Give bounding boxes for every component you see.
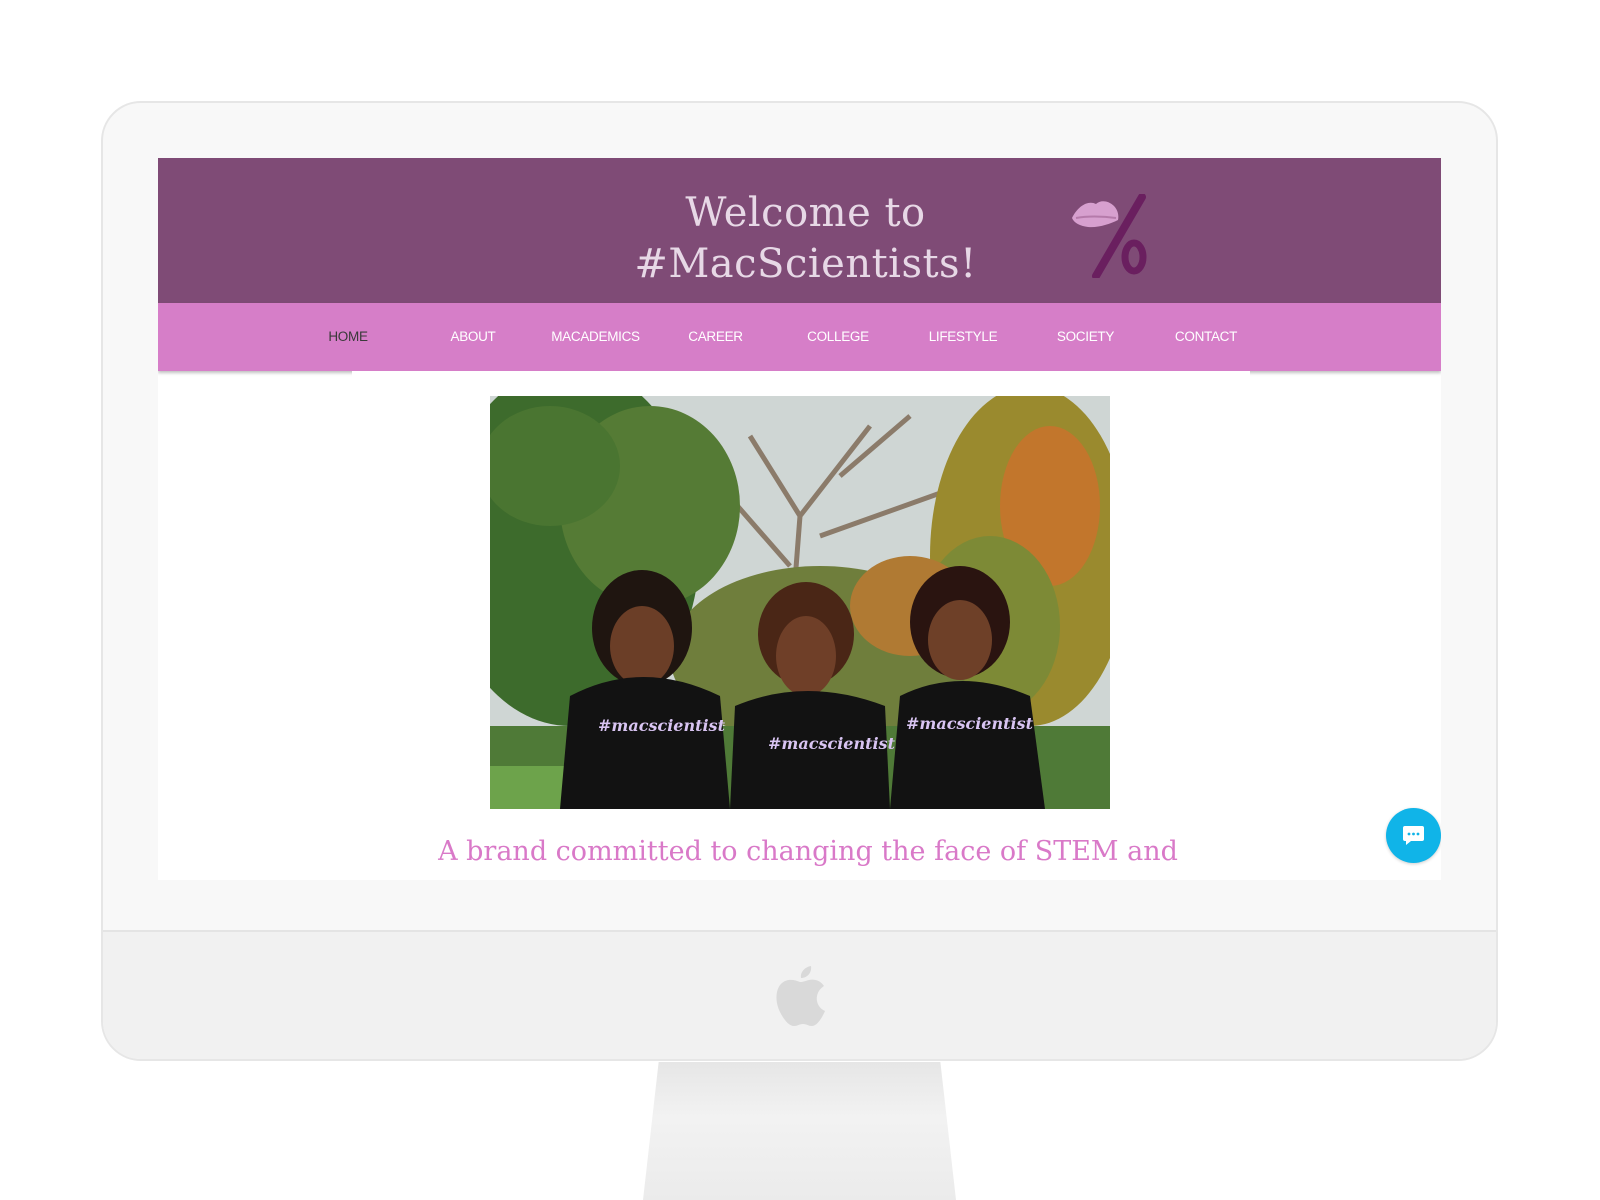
nav-about[interactable]: ABOUT xyxy=(443,303,503,371)
website-screen: Welcome to #MacScientists! HOME ABOUT MA… xyxy=(158,158,1441,880)
shirt-text-2: #macscientist xyxy=(768,734,896,753)
chat-bubble-icon xyxy=(1403,826,1424,845)
site-header: Welcome to #MacScientists! xyxy=(158,158,1441,303)
title-line-1: Welcome to xyxy=(685,190,926,236)
nav-society[interactable]: SOCIETY xyxy=(1048,303,1123,371)
chat-button[interactable] xyxy=(1386,808,1441,863)
main-navigation: HOME ABOUT MACADEMICS CAREER COLLEGE LIF… xyxy=(158,303,1441,371)
page-title: Welcome to #MacScientists! xyxy=(618,188,993,290)
nav-college[interactable]: COLLEGE xyxy=(803,303,873,371)
nav-contact[interactable]: CONTACT xyxy=(1166,303,1246,371)
shirt-text-3: #macscientist xyxy=(906,714,1034,733)
monitor-stand xyxy=(643,1062,956,1200)
nav-career[interactable]: CAREER xyxy=(683,303,748,371)
tagline: A brand committed to changing the face o… xyxy=(438,836,1178,867)
nav-home[interactable]: HOME xyxy=(318,303,378,371)
group-photo-illustration: #macscientist #macscientist #macscientis… xyxy=(490,396,1110,809)
apple-logo xyxy=(775,966,825,1026)
nav-macademics[interactable]: MACADEMICS xyxy=(543,303,648,371)
monitor-chin xyxy=(103,930,1496,1059)
hero-photo: #macscientist #macscientist #macscientis… xyxy=(490,396,1110,809)
nav-lifestyle[interactable]: LIFESTYLE xyxy=(923,303,1003,371)
brand-logo-icon[interactable] xyxy=(1070,194,1152,278)
title-line-2: #MacScientists! xyxy=(634,241,977,287)
shirt-text-1: #macscientist xyxy=(598,716,726,735)
